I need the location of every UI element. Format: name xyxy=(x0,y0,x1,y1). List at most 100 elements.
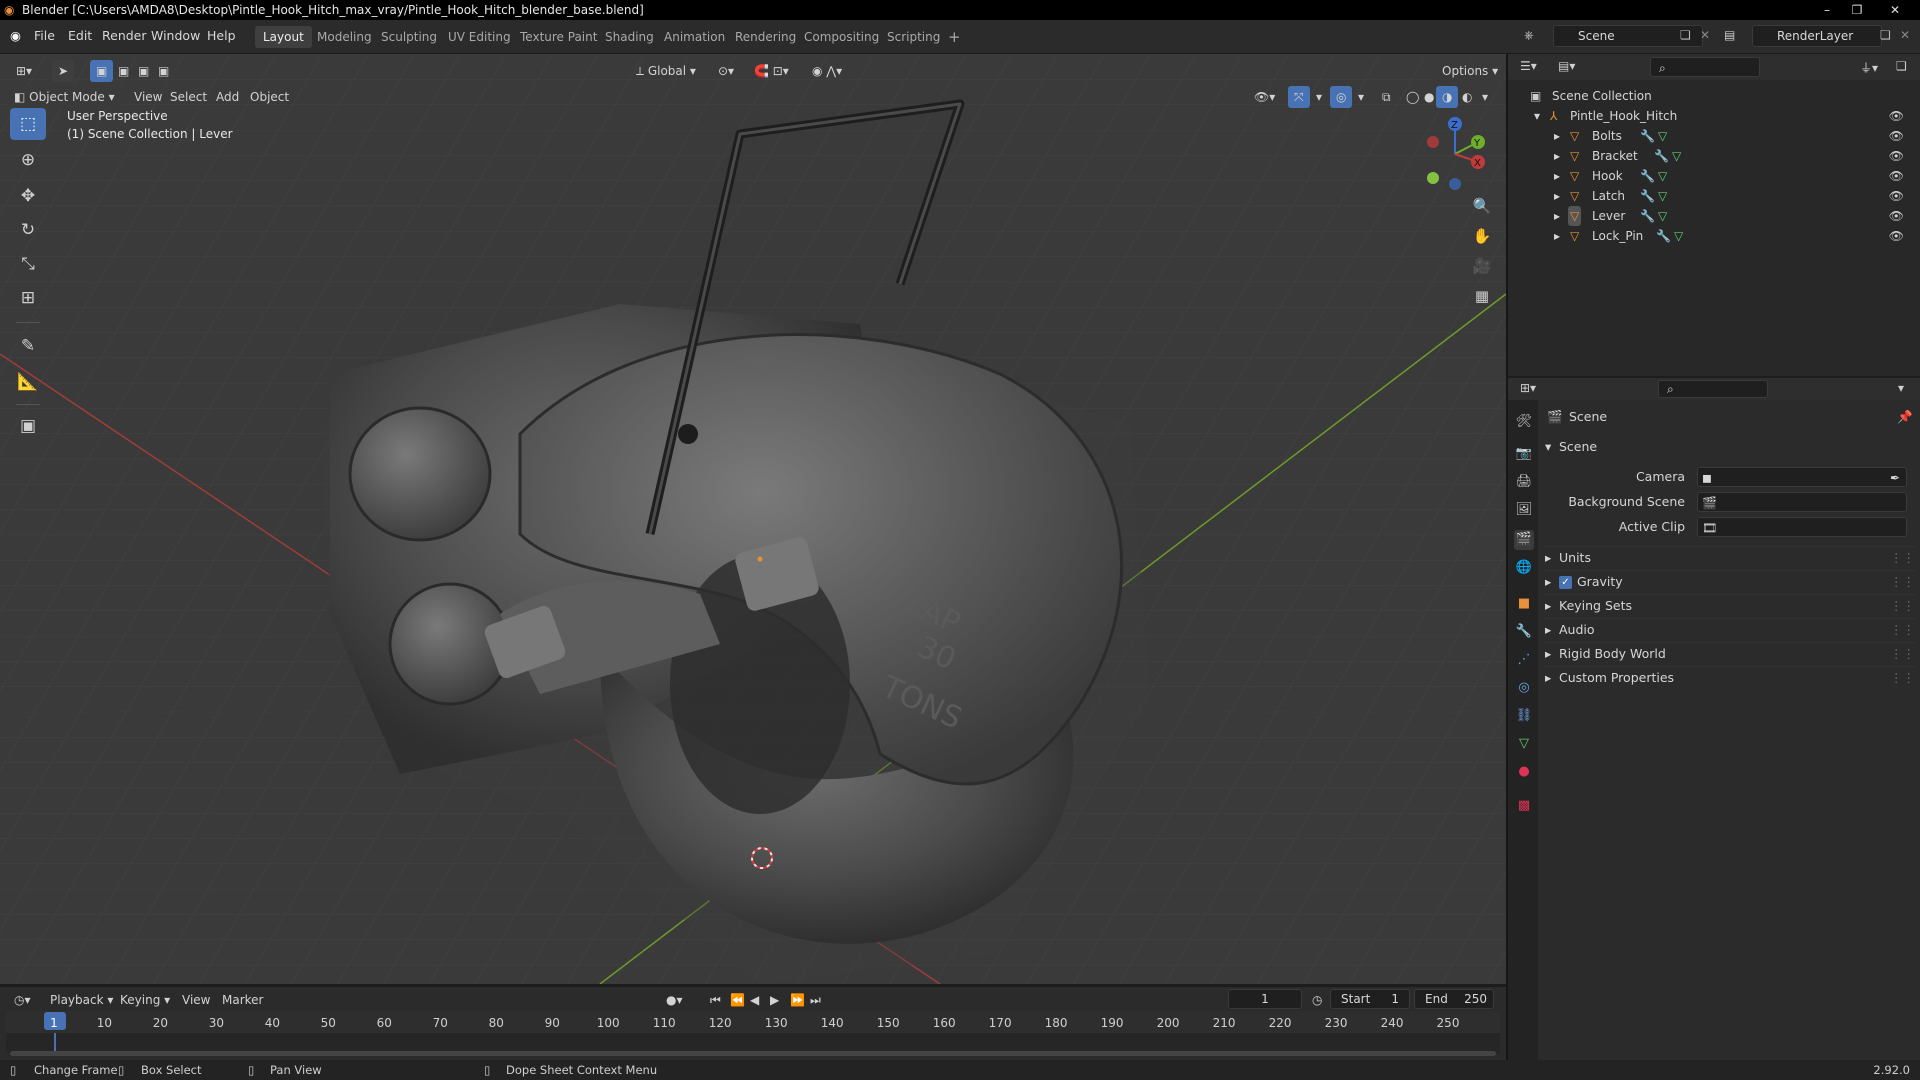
pan-view-icon[interactable]: ✋ xyxy=(1468,222,1496,250)
add-cube-tool-icon[interactable]: ▣ xyxy=(10,410,46,442)
camera-view-icon[interactable]: 🎥 xyxy=(1468,252,1496,280)
play-icon[interactable]: ▶ xyxy=(764,989,785,1011)
tab-sculpting[interactable]: Sculpting xyxy=(373,26,445,48)
annotate-tool-icon[interactable]: ✎ xyxy=(10,330,46,362)
menu-edit[interactable]: Edit xyxy=(68,28,92,43)
keying-sets-panel-header[interactable]: ▸ Keying Sets ⋮⋮ xyxy=(1545,594,1915,616)
playback-menu[interactable]: Playback ▾ xyxy=(44,989,119,1011)
menu-view[interactable]: View xyxy=(128,86,168,108)
outliner-collection-row[interactable]: ▾ ⅄ Pintle_Hook_Hitch 👁 xyxy=(1508,106,1920,126)
options-dropdown[interactable]: Options ▾ xyxy=(1436,60,1505,82)
scale-tool-icon[interactable]: ⤡ xyxy=(10,248,46,280)
drag-handle-icon[interactable]: ⋮⋮ xyxy=(1890,595,1915,617)
select-mode-intersect-icon[interactable]: ▣ xyxy=(152,60,175,82)
visibility-eye-icon[interactable]: 👁 xyxy=(1889,106,1904,126)
background-scene-field[interactable]: 🎬 xyxy=(1697,492,1907,512)
material-tab-icon[interactable]: ● xyxy=(1514,762,1534,782)
visibility-eye-icon[interactable]: 👁 xyxy=(1889,146,1904,166)
tab-animation[interactable]: Animation xyxy=(656,26,733,48)
view-layer-tab-icon[interactable]: 🖼 xyxy=(1514,500,1534,520)
properties-options-icon[interactable]: ▾ xyxy=(1898,381,1904,395)
particles-tab-icon[interactable]: ⋰ xyxy=(1514,650,1534,670)
filter-icon[interactable]: ⏚▾ xyxy=(1860,59,1878,76)
tab-uv-editing[interactable]: UV Editing xyxy=(440,26,519,48)
delete-view-layer-icon[interactable]: ✕ xyxy=(1900,28,1910,42)
overlay-dropdown-icon[interactable]: ▾ xyxy=(1352,86,1370,108)
record-button-icon[interactable]: ●▾ xyxy=(660,989,689,1011)
object-mode-dropdown[interactable]: ◧ Object Mode ▾ xyxy=(8,86,121,108)
minimize-icon[interactable]: – xyxy=(1812,0,1842,20)
data-tab-icon[interactable]: ▽ xyxy=(1514,734,1534,754)
visibility-eye-icon[interactable]: 👁 xyxy=(1889,186,1904,206)
new-view-layer-icon[interactable]: ❏ xyxy=(1880,28,1891,42)
render-tab-icon[interactable]: 📷 xyxy=(1514,444,1534,464)
tab-layout[interactable]: Layout xyxy=(255,26,312,48)
menu-file[interactable]: File xyxy=(34,28,55,43)
world-tab-icon[interactable]: 🌐 xyxy=(1514,558,1534,578)
rigid-body-world-panel-header[interactable]: ▸ Rigid Body World ⋮⋮ xyxy=(1545,642,1915,664)
tab-rendering[interactable]: Rendering xyxy=(727,26,804,48)
physics-tab-icon[interactable]: ◎ xyxy=(1514,678,1534,698)
new-collection-icon[interactable]: ❏ xyxy=(1896,59,1907,73)
texture-tab-icon[interactable]: ▩ xyxy=(1514,796,1534,816)
3d-viewport[interactable]: CAP 30 TONS User Perspective (1) Scene C… xyxy=(0,54,1506,984)
current-frame-field[interactable]: 1 xyxy=(1228,989,1302,1009)
tab-shading[interactable]: Shading xyxy=(597,26,662,48)
visibility-eye-icon[interactable]: 👁 xyxy=(1889,226,1904,246)
timeline-view-menu[interactable]: View xyxy=(176,989,216,1011)
properties-editor-type-icon[interactable]: ⊞▾ xyxy=(1520,381,1536,395)
menu-select[interactable]: Select xyxy=(164,86,213,108)
properties-search-input[interactable]: ⌕ xyxy=(1658,380,1768,398)
timeline-marker-menu[interactable]: Marker xyxy=(216,989,269,1011)
timeline-scrollbar[interactable] xyxy=(10,1051,1496,1056)
select-mode-set-icon[interactable]: ▣ xyxy=(90,60,114,82)
editor-type-icon[interactable]: ⊞▾ xyxy=(10,60,38,82)
snap-icon[interactable]: 🧲 ⊡▾ xyxy=(748,60,795,82)
delete-scene-icon[interactable]: ✕ xyxy=(1700,28,1710,42)
drag-handle-icon[interactable]: ⋮⋮ xyxy=(1890,619,1915,641)
tool-select-icon[interactable]: ➤ xyxy=(52,60,75,82)
end-frame-field[interactable]: End 250 xyxy=(1414,989,1494,1009)
units-panel-header[interactable]: ▸ Units ⋮⋮ xyxy=(1545,546,1915,568)
new-scene-icon[interactable]: ❏ xyxy=(1680,28,1691,42)
scene-panel-header[interactable]: ▾ Scene xyxy=(1545,436,1915,458)
transform-orientation-dropdown[interactable]: ⟂ Global ▾ xyxy=(630,60,702,82)
audio-panel-header[interactable]: ▸ Audio ⋮⋮ xyxy=(1545,618,1915,640)
menu-add[interactable]: Add xyxy=(210,86,245,108)
pin-icon[interactable]: 📌 xyxy=(1897,406,1913,428)
expand-arrow-icon[interactable]: ▸ xyxy=(1554,226,1560,246)
start-frame-field[interactable]: Start 1 xyxy=(1330,989,1410,1009)
gizmo-dropdown-icon[interactable]: ▾ xyxy=(1310,86,1328,108)
visibility-eye-icon[interactable]: 👁 xyxy=(1889,166,1904,186)
outliner-scene-collection[interactable]: ▣ Scene Collection xyxy=(1508,86,1920,106)
tab-compositing[interactable]: Compositing xyxy=(796,26,887,48)
rotate-tool-icon[interactable]: ↻ xyxy=(10,214,46,246)
scene-browse-icon[interactable]: ⎈ xyxy=(1524,28,1534,43)
move-tool-icon[interactable]: ✥ xyxy=(10,180,46,212)
outliner-object-row[interactable]: ▸ ▽ Lock_Pin 🔧 ▽ 👁 xyxy=(1508,226,1920,246)
gravity-panel-header[interactable]: ▸ ✓ Gravity ⋮⋮ xyxy=(1545,570,1915,592)
outliner-search-input[interactable]: ⌕ xyxy=(1650,57,1760,77)
timeline-editor-type-icon[interactable]: ◷▾ xyxy=(8,989,37,1011)
tab-scripting[interactable]: Scripting xyxy=(879,26,948,48)
measure-tool-icon[interactable]: 📐 xyxy=(10,366,46,398)
expand-arrow-icon[interactable]: ▸ xyxy=(1554,166,1560,186)
modifier-tab-icon[interactable]: 🔧 xyxy=(1514,622,1534,642)
outliner-object-row[interactable]: ▸ ▽ Bolts 🔧 ▽ 👁 xyxy=(1508,126,1920,146)
overlay-toggle-icon[interactable]: ◎ xyxy=(1330,86,1353,108)
output-tab-icon[interactable]: 🖨 xyxy=(1514,472,1534,492)
close-icon[interactable]: ✕ xyxy=(1880,0,1910,20)
view-layer-selector[interactable]: RenderLayer xyxy=(1752,25,1882,47)
outliner-object-row[interactable]: ▸ ▽ Latch 🔧 ▽ 👁 xyxy=(1508,186,1920,206)
drag-handle-icon[interactable]: ⋮⋮ xyxy=(1890,643,1915,665)
tab-modeling[interactable]: Modeling xyxy=(309,26,380,48)
scene-tab-icon[interactable]: 🎬 xyxy=(1514,530,1534,550)
keying-menu[interactable]: Keying ▾ xyxy=(114,989,176,1011)
camera-field[interactable]: ◼ ✒ xyxy=(1697,467,1907,487)
display-mode-icon[interactable]: ▤▾ xyxy=(1558,59,1575,73)
gizmo-toggle-icon[interactable]: ⤧ xyxy=(1288,86,1310,108)
outliner-object-row[interactable]: ▸ ▽ Hook 🔧 ▽ 👁 xyxy=(1508,166,1920,186)
custom-properties-panel-header[interactable]: ▸ Custom Properties ⋮⋮ xyxy=(1545,666,1915,688)
ortho-toggle-icon[interactable]: ▦ xyxy=(1468,282,1496,310)
expand-arrow-icon[interactable]: ▸ xyxy=(1554,146,1560,166)
